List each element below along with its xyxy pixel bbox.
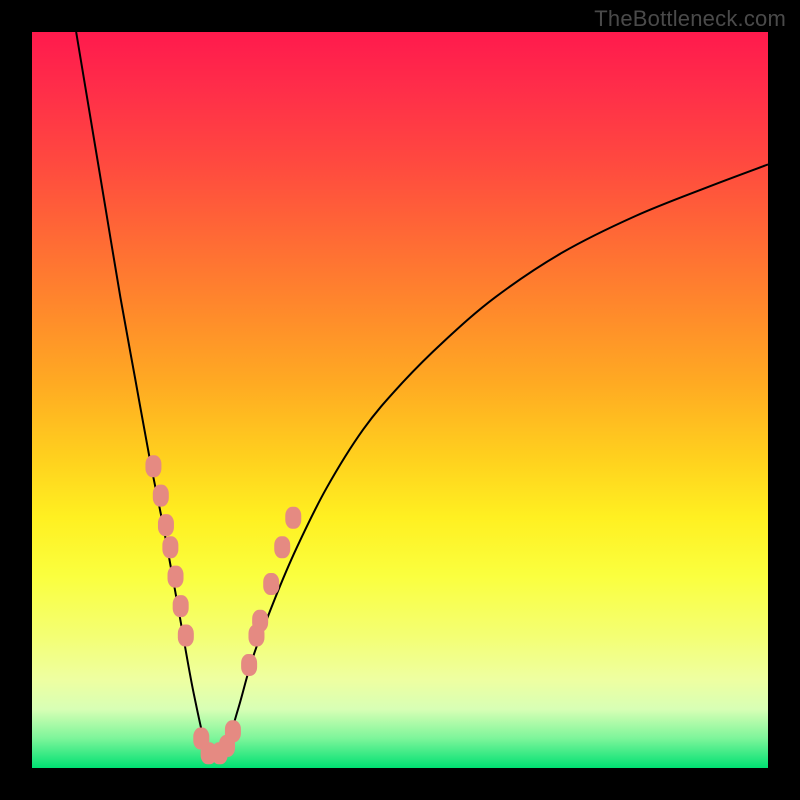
chart-frame: TheBottleneck.com	[0, 0, 800, 800]
marker-point	[285, 507, 301, 529]
watermark-text: TheBottleneck.com	[594, 6, 786, 32]
marker-point	[241, 654, 257, 676]
marker-point	[252, 610, 268, 632]
marker-point	[168, 566, 184, 588]
marker-point	[263, 573, 279, 595]
plot-svg	[32, 32, 768, 768]
marker-point	[145, 455, 161, 477]
marker-point	[178, 625, 194, 647]
marker-point	[173, 595, 189, 617]
marker-point	[225, 720, 241, 742]
marker-point	[158, 514, 174, 536]
bottleneck-curve	[76, 32, 768, 760]
marker-point	[153, 485, 169, 507]
marker-point	[274, 536, 290, 558]
plot-area	[32, 32, 768, 768]
marker-point	[162, 536, 178, 558]
markers-group	[145, 455, 301, 764]
